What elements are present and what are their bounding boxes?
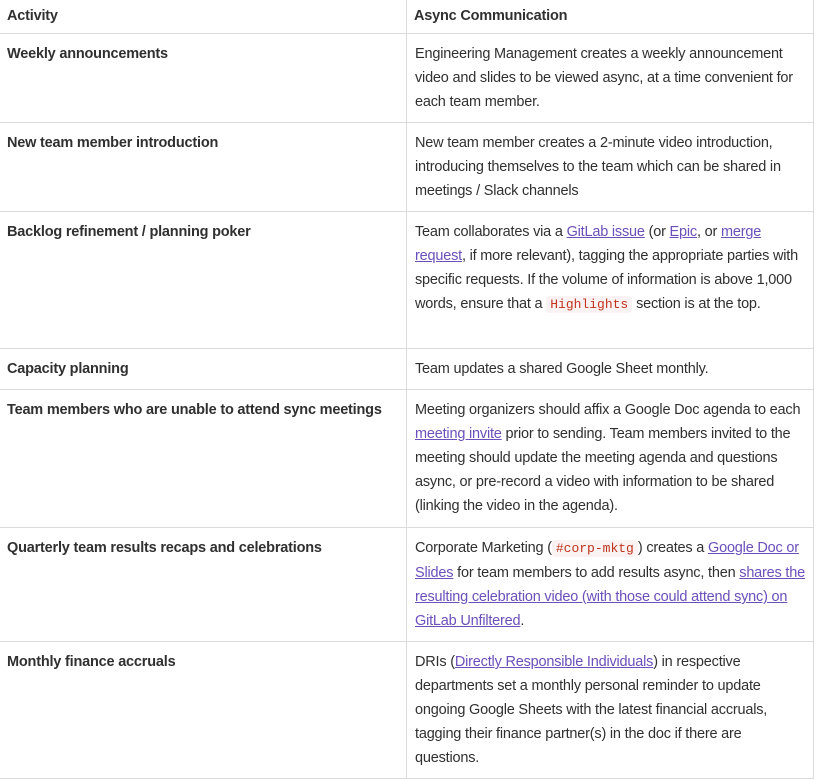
description-cell: Engineering Management creates a weekly …	[406, 33, 814, 123]
meeting-invite-link[interactable]: meeting invite	[415, 426, 502, 442]
description-text: section is at the top.	[632, 296, 761, 312]
description-text: Corporate Marketing (	[415, 540, 552, 556]
table-row: Capacity planning Team updates a shared …	[0, 348, 814, 390]
activity-cell: Quarterly team results recaps and celebr…	[0, 527, 407, 642]
description-text: ) in respective departments set a monthl…	[415, 654, 768, 766]
activity-cell: New team member introduction	[0, 122, 407, 212]
gitlab-issue-link[interactable]: GitLab issue	[567, 224, 645, 240]
description-text: ) creates a	[637, 540, 708, 556]
highlights-code: Highlights	[546, 296, 633, 313]
description-text: New team member creates a 2-minute video…	[415, 135, 781, 199]
activity-cell: Team members who are unable to attend sy…	[0, 389, 407, 528]
column-header-async-communication: Async Communication	[406, 0, 814, 34]
description-text: Team collaborates via a	[415, 224, 567, 240]
description-cell: DRIs (Directly Responsible Individuals) …	[406, 641, 814, 779]
table-row: Monthly finance accruals DRIs (Directly …	[0, 641, 814, 779]
table-row: Team members who are unable to attend sy…	[0, 389, 814, 528]
description-text: DRIs (	[415, 654, 455, 670]
description-text: , or	[696, 224, 721, 240]
description-cell: Meeting organizers should affix a Google…	[406, 389, 814, 528]
description-cell: Corporate Marketing (#corp-mktg) creates…	[406, 527, 814, 642]
activity-cell: Monthly finance accruals	[0, 641, 407, 779]
activity-cell: Backlog refinement / planning poker	[0, 211, 407, 349]
table-row: New team member introduction New team me…	[0, 122, 814, 212]
table-row: Quarterly team results recaps and celebr…	[0, 527, 814, 642]
corp-mktg-code: #corp-mktg	[551, 540, 638, 557]
table-header-row: Activity Async Communication	[0, 0, 814, 34]
description-cell: New team member creates a 2-minute video…	[406, 122, 814, 212]
epic-link[interactable]: Epic	[670, 224, 698, 240]
activity-cell: Weekly announcements	[0, 33, 407, 123]
table-row: Weekly announcements Engineering Managem…	[0, 33, 814, 123]
column-header-activity: Activity	[0, 0, 407, 34]
description-cell: Team collaborates via a GitLab issue (or…	[406, 211, 814, 349]
async-communication-table: Activity Async Communication Weekly anno…	[0, 0, 814, 779]
activity-cell: Capacity planning	[0, 348, 407, 390]
description-text: Team updates a shared Google Sheet month…	[415, 361, 709, 377]
description-text: for team members to add results async, t…	[453, 565, 740, 581]
description-cell: Team updates a shared Google Sheet month…	[406, 348, 814, 390]
dri-link[interactable]: Directly Responsible Individuals	[455, 654, 654, 670]
description-text: Engineering Management creates a weekly …	[415, 46, 793, 110]
description-text: Meeting organizers should affix a Google…	[415, 402, 801, 418]
table-row: Backlog refinement / planning poker Team…	[0, 211, 814, 349]
description-text: .	[520, 613, 525, 629]
description-text: (or	[644, 224, 670, 240]
